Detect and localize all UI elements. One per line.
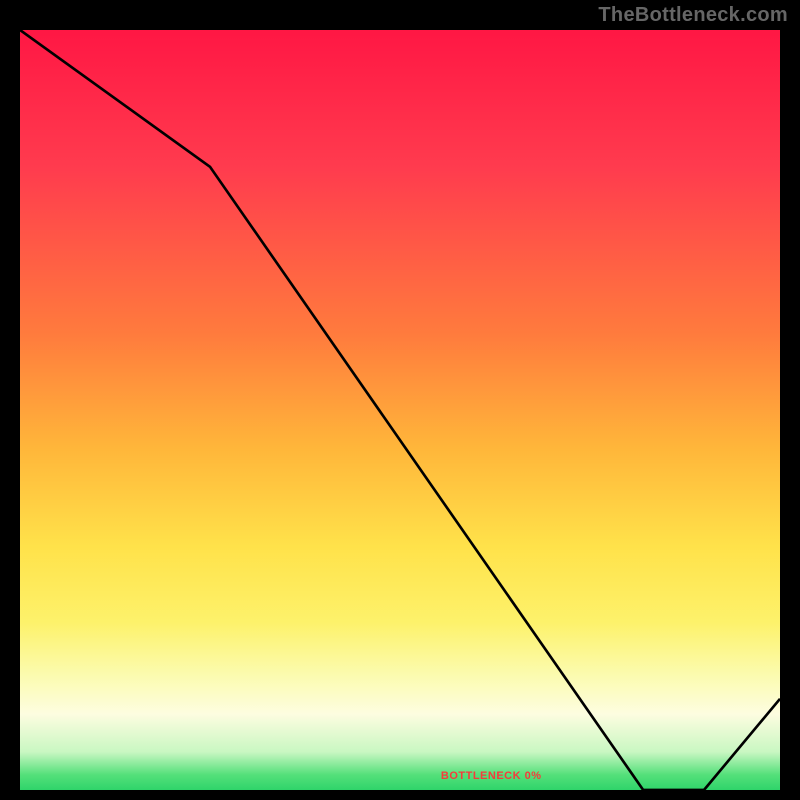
- plot-area: BOTTLENECK 0%: [20, 30, 780, 790]
- bottleneck-zero-label: BOTTLENECK 0%: [441, 770, 542, 782]
- line-path: [20, 30, 780, 790]
- bottleneck-line: [20, 30, 780, 790]
- watermark-text: TheBottleneck.com: [598, 4, 788, 27]
- chart-frame: TheBottleneck.com BOTTLENECK 0%: [0, 0, 800, 800]
